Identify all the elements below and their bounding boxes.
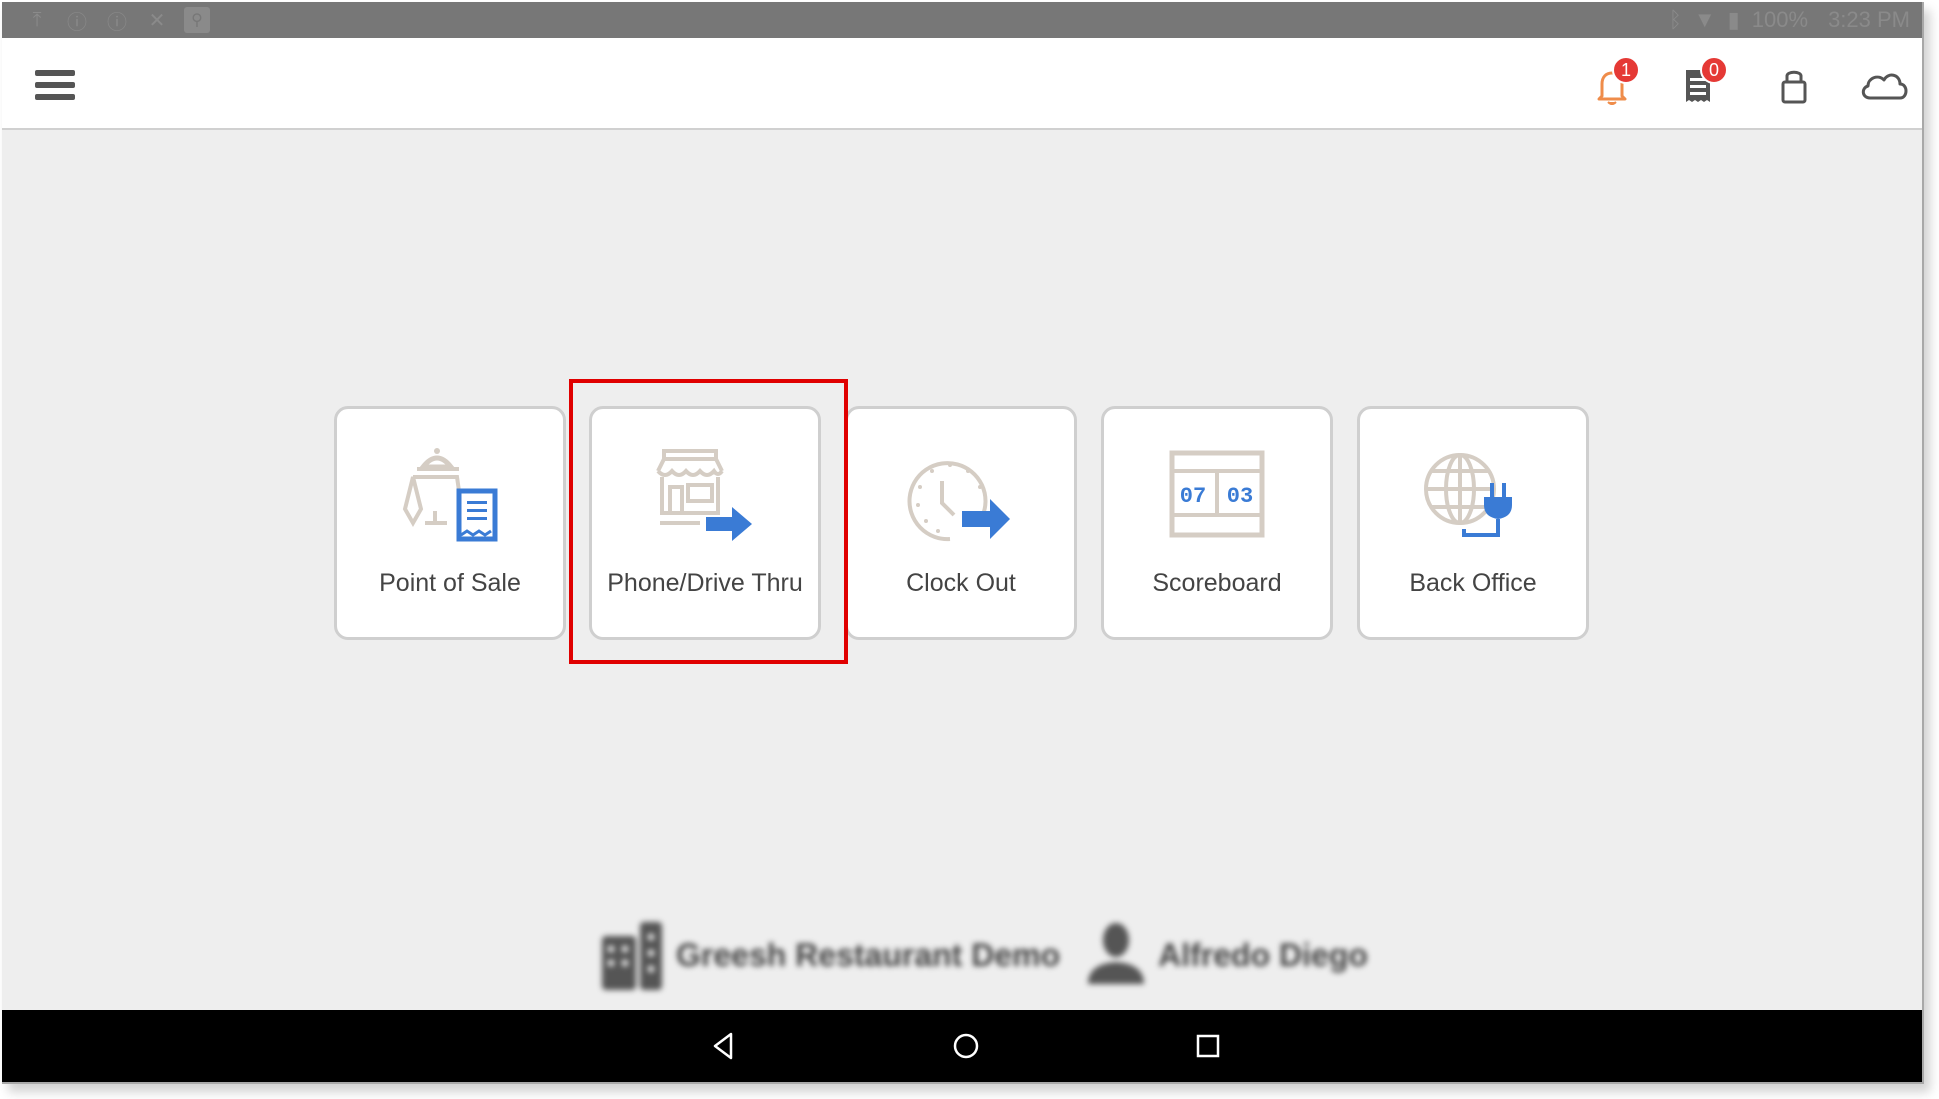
tile-back-office[interactable]: Back Office <box>1357 406 1589 640</box>
app-screen: ⤒ ⓘ ⓘ ✕ ⚲ ᛒ ▼ ▮ 100% 3:23 PM 1 0 Point o… <box>2 2 1924 1084</box>
tile-point-of-sale[interactable]: Point of Sale <box>334 406 566 640</box>
notification-count-badge: 1 <box>1612 56 1640 84</box>
status-system: ᛒ ▼ ▮ 100% 3:23 PM <box>1668 7 1910 32</box>
cloud-sync-button[interactable] <box>1856 62 1912 110</box>
score-left: 07 <box>1180 484 1206 509</box>
battery-charging-icon: ▮ <box>1727 7 1740 32</box>
restaurant-name: Greesh Restaurant Demo <box>676 936 1061 973</box>
signal-off-icon: ✕ <box>148 9 166 32</box>
scoreboard-icon: 07 03 <box>1169 450 1265 538</box>
tile-scoreboard[interactable]: 07 03 Scoreboard <box>1101 406 1333 640</box>
status-bar: ⤒ ⓘ ⓘ ✕ ⚲ ᛒ ▼ ▮ 100% 3:23 PM <box>2 2 1922 38</box>
tile-label: Clock Out <box>906 569 1016 597</box>
session-info: Greesh Restaurant Demo Alfredo Diego <box>600 920 1368 990</box>
bluetooth-icon: ᛒ <box>1668 7 1682 32</box>
tile-label: Scoreboard <box>1152 569 1282 597</box>
orders-count-badge: 0 <box>1700 56 1728 84</box>
lock-button[interactable] <box>1770 62 1818 110</box>
app-header: 1 0 <box>2 38 1922 130</box>
store-arrow-icon <box>656 449 752 541</box>
hamburger-menu-icon[interactable] <box>35 70 75 100</box>
upload-icon: ⤒ <box>32 8 42 31</box>
tile-phone-drive-thru[interactable]: Phone/Drive Thru <box>589 406 821 640</box>
score-right: 03 <box>1227 484 1253 509</box>
clock-time: 3:23 PM <box>1828 7 1910 32</box>
back-icon[interactable] <box>707 1030 739 1062</box>
recents-icon[interactable] <box>1192 1030 1224 1062</box>
clock-arrow-icon <box>907 461 1010 542</box>
tile-clock-out[interactable]: Clock Out <box>845 406 1077 640</box>
pos-terminal-receipt-icon <box>402 448 498 542</box>
tile-label: Point of Sale <box>379 569 521 597</box>
android-nav-bar <box>2 1010 1922 1082</box>
info-icon: ⓘ <box>107 11 127 34</box>
info-icon: ⓘ <box>67 11 87 34</box>
cloud-icon <box>1861 73 1908 100</box>
wifi-icon: ▼ <box>1693 7 1716 32</box>
home-icon[interactable] <box>950 1030 982 1062</box>
lock-icon <box>1781 70 1807 104</box>
notifications-button[interactable]: 1 <box>1588 56 1640 110</box>
tile-label: Back Office <box>1409 569 1537 597</box>
building-icon <box>602 922 662 990</box>
user-icon <box>1088 923 1145 984</box>
orders-button[interactable]: 0 <box>1676 56 1728 110</box>
tile-label: Phone/Drive Thru <box>607 569 803 597</box>
globe-plug-icon <box>1424 453 1512 537</box>
usb-icon: ⚲ <box>184 7 210 33</box>
user-name: Alfredo Diego <box>1158 936 1368 973</box>
status-notifications: ⤒ ⓘ ⓘ ✕ ⚲ <box>24 7 210 34</box>
battery-level: 100% <box>1751 7 1809 32</box>
